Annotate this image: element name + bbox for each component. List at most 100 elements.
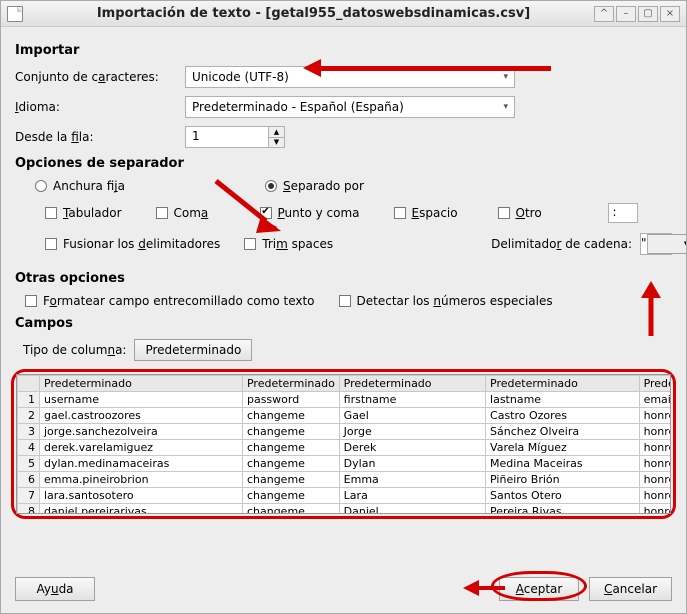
table-cell[interactable]: lastname — [486, 392, 640, 408]
table-cell[interactable]: Dylan — [339, 456, 485, 472]
table-cell[interactable]: password — [242, 392, 339, 408]
other-section-title: Otras opciones — [15, 271, 672, 286]
table-cell[interactable]: Lara — [339, 488, 485, 504]
column-type-row: Predeterminado Predeterminado Predetermi… — [18, 376, 671, 392]
language-label: Idioma: — [15, 100, 185, 114]
dialog-footer: Ayuda Aceptar Cancelar — [1, 567, 686, 613]
table-cell[interactable]: changeme — [242, 504, 339, 514]
chevron-down-icon: ▾ — [503, 72, 508, 82]
table-cell[interactable]: changeme — [242, 488, 339, 504]
row-number: 7 — [18, 488, 40, 504]
table-row[interactable]: 7lara.santosoterochangemeLaraSantos Oter… — [18, 488, 671, 504]
window-controls: ^ – ▢ × — [594, 6, 680, 22]
fixed-width-radio[interactable]: Anchura fija — [35, 179, 125, 193]
table-cell[interactable]: Emma — [339, 472, 485, 488]
table-cell[interactable]: Medina Maceiras — [486, 456, 640, 472]
table-cell[interactable]: honre — [639, 440, 670, 456]
fromrow-spinner[interactable]: 1 ▲ ▼ — [185, 126, 285, 148]
rollup-button[interactable]: ^ — [594, 6, 614, 22]
table-cell[interactable]: dylan.medinamaceiras — [40, 456, 243, 472]
table-cell[interactable]: lara.santosotero — [40, 488, 243, 504]
chevron-down-icon[interactable]: ▼ — [647, 234, 687, 254]
trim-spaces-checkbox[interactable]: Trim spaces — [244, 237, 333, 251]
row-number: 2 — [18, 408, 40, 424]
table-row[interactable]: 3jorge.sanchezolveirachangemeJorgeSánche… — [18, 424, 671, 440]
row-number: 3 — [18, 424, 40, 440]
tab-checkbox[interactable]: Tabulador — [45, 206, 122, 220]
language-combo[interactable]: Predeterminado - Español (España) ▾ — [185, 96, 515, 118]
fromrow-value[interactable]: 1 — [186, 127, 268, 147]
string-delimiter-combo[interactable]: " ▼ — [640, 233, 672, 255]
separated-by-radio[interactable]: Separado por — [265, 179, 364, 193]
other-separator-input[interactable]: : — [608, 203, 638, 223]
table-cell[interactable]: honre — [639, 472, 670, 488]
spinner-up-icon[interactable]: ▲ — [269, 127, 284, 138]
titlebar: Importación de texto - [getal955_datoswe… — [1, 1, 686, 27]
table-cell[interactable]: Pereira Rivas — [486, 504, 640, 514]
table-cell[interactable]: email — [639, 392, 670, 408]
table-row[interactable]: 4derek.varelamiguezchangemeDerekVarela M… — [18, 440, 671, 456]
quoted-as-text-checkbox[interactable]: Formatear campo entrecomillado como text… — [25, 294, 315, 308]
table-cell[interactable]: Jorge — [339, 424, 485, 440]
table-cell[interactable]: username — [40, 392, 243, 408]
charset-label: Conjunto de caracteres: — [15, 70, 185, 84]
detect-numbers-checkbox[interactable]: Detectar los números especiales — [339, 294, 553, 308]
table-cell[interactable]: jorge.sanchezolveira — [40, 424, 243, 440]
preview-table[interactable]: Predeterminado Predeterminado Predetermi… — [17, 375, 670, 513]
table-cell[interactable]: Daniel — [339, 504, 485, 514]
table-cell[interactable]: emma.pineirobrion — [40, 472, 243, 488]
import-section-title: Importar — [15, 43, 672, 58]
table-cell[interactable]: Santos Otero — [486, 488, 640, 504]
comma-checkbox[interactable]: Coma — [156, 206, 226, 220]
table-cell[interactable]: honre — [639, 408, 670, 424]
help-button[interactable]: Ayuda — [15, 577, 95, 601]
table-cell[interactable]: firstname — [339, 392, 485, 408]
table-cell[interactable]: honre — [639, 504, 670, 514]
table-row[interactable]: 6emma.pineirobrionchangemeEmmaPiñeiro Br… — [18, 472, 671, 488]
table-cell[interactable]: changeme — [242, 472, 339, 488]
table-cell[interactable]: Piñeiro Brión — [486, 472, 640, 488]
minimize-button[interactable]: – — [616, 6, 636, 22]
preview-scroll[interactable]: Predeterminado Predeterminado Predetermi… — [17, 375, 670, 513]
fields-section-title: Campos — [15, 316, 672, 331]
chevron-down-icon: ▾ — [503, 102, 508, 112]
separator-section-title: Opciones de separador — [15, 156, 672, 171]
table-cell[interactable]: changeme — [242, 440, 339, 456]
column-type-label: Tipo de columna: — [23, 343, 126, 357]
table-cell[interactable]: daniel.pereirarivas — [40, 504, 243, 514]
cancel-button[interactable]: Cancelar — [589, 577, 672, 601]
charset-combo[interactable]: Unicode (UTF-8) ▾ — [185, 66, 515, 88]
table-cell[interactable]: Sánchez Olveira — [486, 424, 640, 440]
table-row[interactable]: 2gael.castroozoreschangemeGaelCastro Ozo… — [18, 408, 671, 424]
table-cell[interactable]: derek.varelamiguez — [40, 440, 243, 456]
close-button[interactable]: × — [660, 6, 680, 22]
table-row[interactable]: 1usernamepasswordfirstnamelastnameemail — [18, 392, 671, 408]
table-cell[interactable]: Derek — [339, 440, 485, 456]
table-row[interactable]: 8daniel.pereirarivaschangemeDanielPereir… — [18, 504, 671, 514]
table-cell[interactable]: Varela Míguez — [486, 440, 640, 456]
string-delimiter-label: Delimitador de cadena: — [491, 237, 632, 251]
preview-highlight: Predeterminado Predeterminado Predetermi… — [11, 369, 676, 519]
merge-delimiters-checkbox[interactable]: Fusionar los delimitadores — [45, 237, 220, 251]
window-title: Importación de texto - [getal955_datoswe… — [33, 6, 594, 21]
space-checkbox[interactable]: Espacio — [394, 206, 464, 220]
table-cell[interactable]: honre — [639, 456, 670, 472]
table-cell[interactable]: gael.castroozores — [40, 408, 243, 424]
dialog-window: Importación de texto - [getal955_datoswe… — [0, 0, 687, 614]
table-cell[interactable]: Gael — [339, 408, 485, 424]
table-cell[interactable]: honre — [639, 488, 670, 504]
table-row[interactable]: 5dylan.medinamaceiraschangemeDylanMedina… — [18, 456, 671, 472]
table-cell[interactable]: honre — [639, 424, 670, 440]
ok-button[interactable]: Aceptar — [499, 577, 579, 601]
table-cell[interactable]: changeme — [242, 424, 339, 440]
table-cell[interactable]: changeme — [242, 408, 339, 424]
preview-table-frame: Predeterminado Predeterminado Predetermi… — [16, 374, 671, 514]
maximize-button[interactable]: ▢ — [638, 6, 658, 22]
spinner-down-icon[interactable]: ▼ — [269, 138, 284, 148]
other-checkbox[interactable]: Otro — [498, 206, 568, 220]
table-cell[interactable]: changeme — [242, 456, 339, 472]
column-type-combo[interactable]: Predeterminado — [134, 339, 252, 361]
row-number: 8 — [18, 504, 40, 514]
semicolon-checkbox[interactable]: Punto y coma — [260, 206, 360, 220]
table-cell[interactable]: Castro Ozores — [486, 408, 640, 424]
